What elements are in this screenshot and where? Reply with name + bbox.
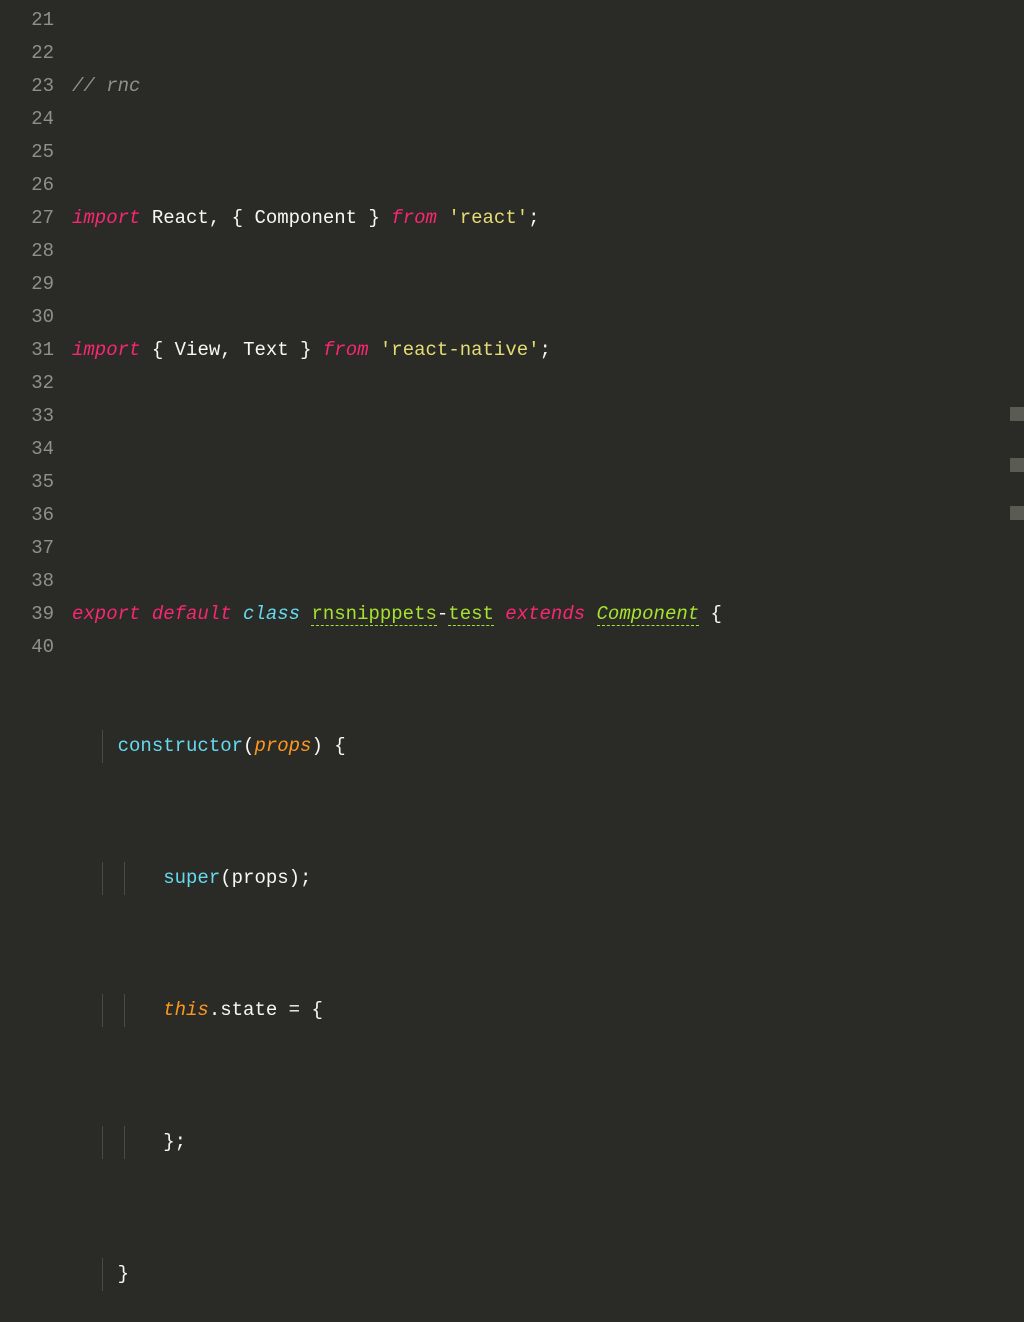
code-line[interactable]: import { View, Text } from 'react-native…	[72, 334, 1024, 367]
string-literal: 'react-native'	[380, 339, 540, 361]
punctuation: (	[220, 867, 231, 889]
identifier: View	[175, 339, 221, 361]
punctuation: {	[699, 603, 722, 625]
punctuation: };	[163, 1131, 186, 1153]
minimap-marker	[1010, 407, 1024, 421]
punctuation: ,	[220, 339, 243, 361]
keyword-export: export	[72, 603, 152, 625]
class-name: test	[448, 603, 494, 626]
punctuation: ) {	[311, 735, 345, 757]
minimap[interactable]	[1010, 0, 1024, 661]
parameter: props	[254, 735, 311, 757]
punctuation: .	[209, 999, 220, 1021]
keyword-from: from	[391, 207, 448, 229]
line-number: 25	[0, 136, 54, 169]
punctuation: }	[289, 339, 323, 361]
line-number: 37	[0, 532, 54, 565]
line-number: 34	[0, 433, 54, 466]
line-number: 23	[0, 70, 54, 103]
punctuation: );	[289, 867, 312, 889]
code-line[interactable]: import React, { Component } from 'react'…	[72, 202, 1024, 235]
identifier: Text	[243, 339, 289, 361]
line-number: 33	[0, 400, 54, 433]
line-number-gutter: 21 22 23 24 25 26 27 28 29 30 31 32 33 3…	[0, 0, 72, 661]
keyword-import: import	[72, 207, 140, 229]
line-number: 27	[0, 202, 54, 235]
code-editor[interactable]: 21 22 23 24 25 26 27 28 29 30 31 32 33 3…	[0, 0, 1024, 661]
keyword-import: import	[72, 339, 140, 361]
minimap-marker	[1010, 506, 1024, 520]
code-line[interactable]: this.state = {	[72, 994, 1024, 1027]
line-number: 24	[0, 103, 54, 136]
keyword-super: super	[163, 867, 220, 889]
line-number: 28	[0, 235, 54, 268]
line-number: 39	[0, 598, 54, 631]
keyword-class: class	[243, 603, 311, 625]
line-number: 29	[0, 268, 54, 301]
class-name: rnsnipppets	[311, 603, 436, 626]
punctuation: (	[243, 735, 254, 757]
punctuation: = {	[277, 999, 323, 1021]
code-line[interactable]: constructor(props) {	[72, 730, 1024, 763]
code-line[interactable]: };	[72, 1126, 1024, 1159]
line-number: 30	[0, 301, 54, 334]
line-number: 38	[0, 565, 54, 598]
identifier: props	[232, 867, 289, 889]
identifier: React	[152, 207, 209, 229]
keyword-default: default	[152, 603, 243, 625]
comment-text: // rnc	[72, 75, 140, 97]
punctuation: {	[140, 339, 174, 361]
code-area[interactable]: // rnc import React, { Component } from …	[72, 0, 1024, 661]
keyword-from: from	[323, 339, 380, 361]
keyword-this: this	[163, 999, 209, 1021]
punctuation: ;	[528, 207, 539, 229]
code-line[interactable]: super(props);	[72, 862, 1024, 895]
code-line[interactable]: export default class rnsnipppets-test ex…	[72, 598, 1024, 631]
punctuation: , {	[209, 207, 255, 229]
punctuation: -	[437, 603, 448, 625]
line-number: 36	[0, 499, 54, 532]
line-number: 32	[0, 367, 54, 400]
punctuation: }	[357, 207, 391, 229]
punctuation: }	[118, 1263, 129, 1285]
minimap-marker	[1010, 458, 1024, 472]
code-line[interactable]: // rnc	[72, 70, 1024, 103]
line-number: 35	[0, 466, 54, 499]
line-number: 22	[0, 37, 54, 70]
line-number: 21	[0, 4, 54, 37]
identifier: Component	[254, 207, 357, 229]
line-number: 40	[0, 631, 54, 664]
keyword-constructor: constructor	[118, 735, 243, 757]
string-literal: 'react'	[448, 207, 528, 229]
line-number: 26	[0, 169, 54, 202]
line-number: 31	[0, 334, 54, 367]
identifier: state	[220, 999, 277, 1021]
punctuation: ;	[540, 339, 551, 361]
keyword-extends: extends	[494, 603, 597, 625]
code-line[interactable]: }	[72, 1258, 1024, 1291]
code-line[interactable]	[72, 466, 1024, 499]
class-name: Component	[597, 603, 700, 626]
